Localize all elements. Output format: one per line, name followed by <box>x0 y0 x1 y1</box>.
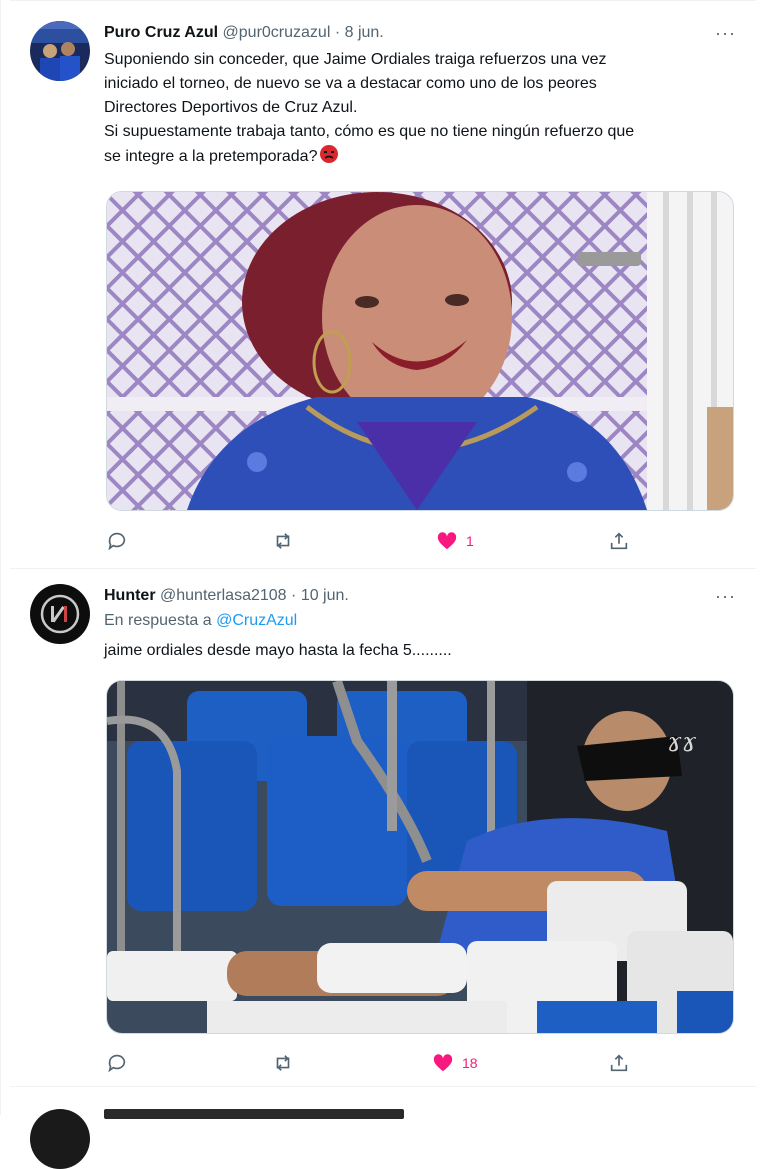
tweet-card[interactable] <box>10 1087 756 1169</box>
tweet-text-line: Directores Deportivos de Cruz Azul. <box>104 99 358 116</box>
avatar[interactable] <box>30 584 90 644</box>
retweet-button[interactable] <box>272 1051 294 1075</box>
retweet-icon <box>276 533 290 549</box>
tweet-time[interactable]: 8 jun. <box>345 24 384 41</box>
reply-context: En respuesta a @CruzAzul <box>104 609 297 633</box>
like-count: 18 <box>462 1055 478 1071</box>
reply-button[interactable] <box>106 1051 128 1075</box>
tweet-image[interactable]: ɤɤ <box>106 680 734 1034</box>
tweet-text: jaime ordiales desde mayo hasta la fecha… <box>104 639 728 663</box>
avatar[interactable] <box>30 21 90 81</box>
author-handle[interactable]: @hunterlasa2108 <box>160 587 287 604</box>
like-button[interactable]: 1 <box>436 529 474 553</box>
tweet-text-line: se integre a la pretemporada? <box>104 144 728 172</box>
retweet-icon <box>276 1055 290 1071</box>
tweet-card[interactable]: Puro Cruz Azul @pur0cruzazul · 8 jun. ··… <box>10 0 756 569</box>
separator-dot: · <box>334 24 341 41</box>
more-options-icon[interactable]: ··· <box>715 586 736 607</box>
like-count: 1 <box>466 533 474 549</box>
author-name[interactable]: Hunter <box>104 587 156 604</box>
reply-icon <box>108 532 126 551</box>
tweet-card[interactable]: Hunter @hunterlasa2108 · 10 jun. ··· En … <box>10 568 756 1087</box>
tweet-text-line: Si supuestamente trabaja tanto, cómo es … <box>104 123 635 140</box>
more-options-icon[interactable]: ··· <box>715 23 736 44</box>
tweet-actions: 18 <box>106 1051 732 1075</box>
svg-text:ɤɤ: ɤɤ <box>667 728 697 758</box>
truncated-header <box>104 1109 404 1119</box>
tweet-text: Suponiendo sin conceder, que Jaime Ordia… <box>104 48 728 172</box>
heart-icon <box>433 1054 453 1072</box>
reply-icon <box>108 1054 126 1073</box>
retweet-button[interactable] <box>272 529 294 553</box>
tweet-text-line: iniciado el torneo, de nuevo se va a des… <box>104 75 597 92</box>
reply-button[interactable] <box>106 529 128 553</box>
tweet-header: Hunter @hunterlasa2108 · 10 jun. <box>104 586 349 606</box>
tweet-image[interactable] <box>106 191 734 511</box>
angry-face-emoji <box>319 144 339 172</box>
tweet-actions: 1 <box>106 529 732 553</box>
separator-dot: · <box>291 587 297 604</box>
like-button[interactable]: 18 <box>432 1051 478 1075</box>
author-handle[interactable]: @pur0cruzazul <box>223 24 331 41</box>
timeline-border <box>0 0 1 1115</box>
tweet-header: Puro Cruz Azul @pur0cruzazul · 8 jun. <box>104 23 384 43</box>
heart-icon <box>437 532 457 550</box>
tweet-text-line: Suponiendo sin conceder, que Jaime Ordia… <box>104 51 607 68</box>
share-button[interactable] <box>608 529 630 553</box>
share-icon <box>610 1054 628 1072</box>
tweet-text-line: jaime ordiales desde mayo hasta la fecha… <box>104 642 452 659</box>
reply-mention-link[interactable]: @CruzAzul <box>216 612 297 629</box>
share-icon <box>610 532 628 550</box>
author-name[interactable]: Puro Cruz Azul <box>104 24 218 41</box>
tweet-time[interactable]: 10 jun. <box>301 587 349 604</box>
avatar[interactable] <box>30 1109 90 1169</box>
reply-prefix: En respuesta a <box>104 612 212 629</box>
share-button[interactable] <box>608 1051 630 1075</box>
